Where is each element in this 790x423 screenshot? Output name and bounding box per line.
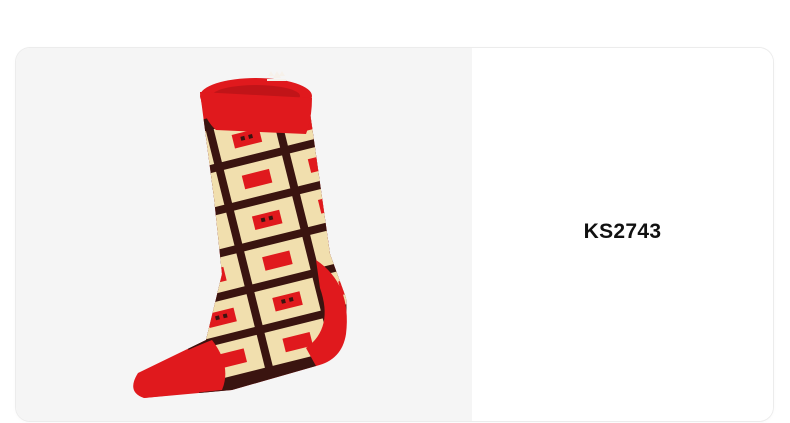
product-info-pane: KS2743: [472, 48, 773, 421]
product-code: KS2743: [583, 219, 662, 243]
product-card[interactable]: KS2743: [16, 48, 773, 421]
product-image-pane[interactable]: [16, 48, 472, 421]
sock-image: [133, 71, 347, 398]
